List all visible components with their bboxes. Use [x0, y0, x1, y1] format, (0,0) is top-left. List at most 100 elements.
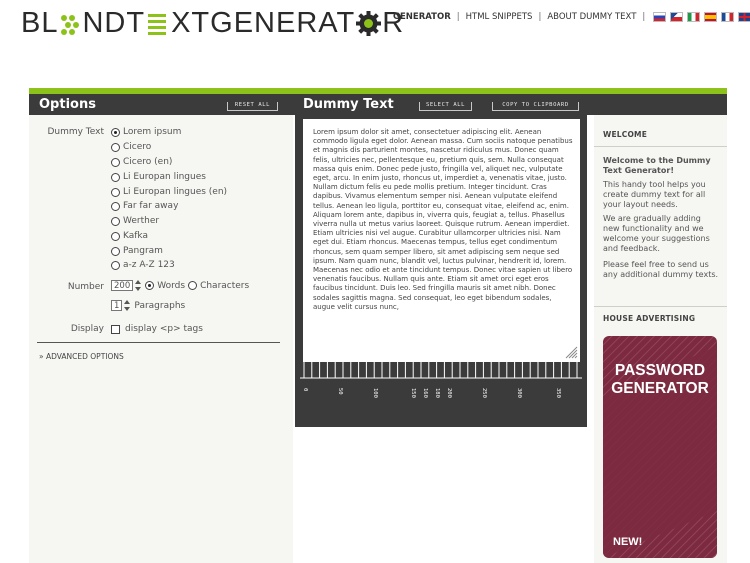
- radio-button[interactable]: [111, 127, 120, 137]
- ruler-label: 160: [422, 388, 428, 398]
- radio-characters[interactable]: [188, 281, 198, 290]
- advanced-options-link[interactable]: » ADVANCED OPTIONS: [39, 352, 124, 361]
- dots-icon: [60, 10, 80, 36]
- radio-cicero-en[interactable]: Cicero (en): [111, 157, 172, 167]
- welcome-paragraph-3: Please feel free to send us any addition…: [603, 260, 719, 279]
- options-title: Options: [39, 97, 96, 112]
- italian-flag-icon[interactable]: [687, 12, 701, 22]
- sidebar-divider: [594, 306, 727, 307]
- welcome-title: Welcome to the Dummy Text Generator!: [603, 156, 711, 175]
- paragraphs-input[interactable]: 1: [111, 300, 123, 311]
- options-panel: [29, 115, 293, 563]
- radio-button[interactable]: [111, 246, 120, 256]
- radio-button[interactable]: [111, 142, 120, 152]
- logo-text-3: XTGENERAT: [171, 6, 356, 39]
- english-flag-icon[interactable]: [738, 12, 750, 22]
- select-all-button[interactable]: SELECT ALL: [419, 102, 472, 111]
- ruler-label: 250: [481, 388, 487, 398]
- gear-icon: [356, 10, 382, 36]
- radio-li-europan-lingues[interactable]: Li Europan lingues: [111, 172, 206, 182]
- ruler-label: 350: [555, 388, 561, 398]
- radio-far-far-away[interactable]: Far far away: [111, 201, 178, 211]
- radio-label: a-z A-Z 123: [123, 260, 175, 270]
- radio-button[interactable]: [111, 201, 120, 211]
- display-p-tags-option[interactable]: display <p> tags: [111, 324, 203, 334]
- radio-label: Kafka: [123, 231, 148, 241]
- dummy-text-area[interactable]: Lorem ipsum dolor sit amet, consectetuer…: [303, 119, 580, 362]
- ad-title: PASSWORD GENERATOR: [611, 362, 709, 397]
- display-label: Display: [70, 324, 104, 334]
- number-stepper-icon[interactable]: [135, 280, 142, 291]
- display-p-tags-label: display <p> tags: [125, 324, 203, 334]
- ruler-label: 180: [434, 388, 440, 398]
- display-p-tags-checkbox[interactable]: [111, 324, 120, 334]
- nav-separator: |: [642, 12, 646, 22]
- sidebar-divider: [594, 146, 727, 147]
- number-input[interactable]: 200: [111, 280, 134, 291]
- welcome-heading: WELCOME: [603, 130, 648, 139]
- radio-label: Li Europan lingues (en): [123, 187, 228, 197]
- radio-label: Li Europan lingues: [123, 172, 206, 182]
- radio-label: Pangram: [123, 246, 163, 256]
- nav-separator: |: [538, 12, 542, 22]
- radio-lorem-ipsum[interactable]: Lorem ipsum: [111, 127, 181, 137]
- ruler-label: 300: [516, 388, 522, 398]
- radio-a-z[interactable]: a-z A-Z 123: [111, 260, 175, 270]
- dummy-text-content: Lorem ipsum dolor sit amet, consectetuer…: [313, 128, 573, 311]
- house-advertising-heading: HOUSE ADVERTISING: [603, 314, 696, 323]
- site-logo[interactable]: BL NDT XTGENERAT R: [21, 6, 404, 40]
- copy-to-clipboard-button[interactable]: COPY TO CLIPBOARD: [492, 102, 579, 111]
- ruler-label: 50: [337, 388, 343, 395]
- ad-new-badge: NEW!: [613, 536, 643, 548]
- radio-button[interactable]: [111, 260, 120, 270]
- ruler-label: 150: [410, 388, 416, 398]
- radio-button[interactable]: [111, 157, 120, 167]
- welcome-paragraph-1: This handy tool helps you create dummy t…: [603, 180, 706, 209]
- characters-label: Characters: [200, 280, 250, 291]
- logo-text-1: BL: [21, 6, 59, 39]
- logo-text-2: NDT: [82, 6, 146, 39]
- nav-html-snippets[interactable]: HTML SNIPPETS: [466, 12, 533, 22]
- czech-flag-icon[interactable]: [670, 12, 684, 22]
- radio-li-europan-lingues-en[interactable]: Li Europan lingues (en): [111, 187, 227, 197]
- russian-flag-icon[interactable]: [653, 12, 667, 22]
- nav-generator[interactable]: GENERATOR: [393, 12, 451, 22]
- divider: [37, 342, 280, 343]
- number-row: 200 Words Characters: [111, 280, 249, 291]
- password-generator-ad[interactable]: PASSWORD GENERATOR NEW!: [603, 336, 717, 558]
- radio-label: Werther: [123, 216, 160, 226]
- radio-label: Far far away: [123, 201, 179, 211]
- resize-grip-icon[interactable]: [565, 346, 578, 359]
- nav-separator: |: [456, 12, 460, 22]
- radio-button[interactable]: [111, 216, 120, 226]
- ruler-label: 100: [372, 388, 378, 398]
- paragraphs-row: 1 Paragraphs: [111, 300, 185, 311]
- radio-kafka[interactable]: Kafka: [111, 231, 148, 241]
- radio-cicero[interactable]: Cicero: [111, 142, 151, 152]
- radio-werther[interactable]: Werther: [111, 216, 159, 226]
- radio-label: Cicero (en): [123, 157, 173, 167]
- language-flags: [653, 12, 750, 22]
- reset-all-button[interactable]: RESET ALL: [227, 102, 278, 111]
- top-navigation: GENERATOR | HTML SNIPPETS | ABOUT DUMMY …: [393, 12, 750, 22]
- radio-words[interactable]: [145, 281, 155, 290]
- dummy-text-label: Dummy Text: [47, 127, 104, 137]
- spanish-flag-icon[interactable]: [704, 12, 718, 22]
- words-label: Words: [157, 280, 186, 291]
- radio-pangram[interactable]: Pangram: [111, 246, 163, 256]
- paragraphs-label: Paragraphs: [134, 300, 186, 311]
- welcome-paragraph-2: We are gradually adding new functionalit…: [603, 214, 710, 253]
- radio-button[interactable]: [111, 172, 120, 182]
- dummy-text-title: Dummy Text: [303, 97, 394, 112]
- french-flag-icon[interactable]: [721, 12, 735, 22]
- ruler-label: 200: [446, 388, 452, 398]
- radio-label: Cicero: [123, 142, 152, 152]
- equals-icon: [148, 12, 168, 35]
- radio-button[interactable]: [111, 231, 120, 241]
- radio-button[interactable]: [111, 187, 120, 197]
- nav-about-dummy-text[interactable]: ABOUT DUMMY TEXT: [547, 12, 636, 22]
- radio-label: Lorem ipsum: [123, 127, 182, 137]
- number-label: Number: [67, 282, 104, 292]
- paragraphs-stepper-icon[interactable]: [124, 300, 131, 311]
- ruler: 0 50 100 150 160 180 200 250 300 350: [300, 362, 582, 398]
